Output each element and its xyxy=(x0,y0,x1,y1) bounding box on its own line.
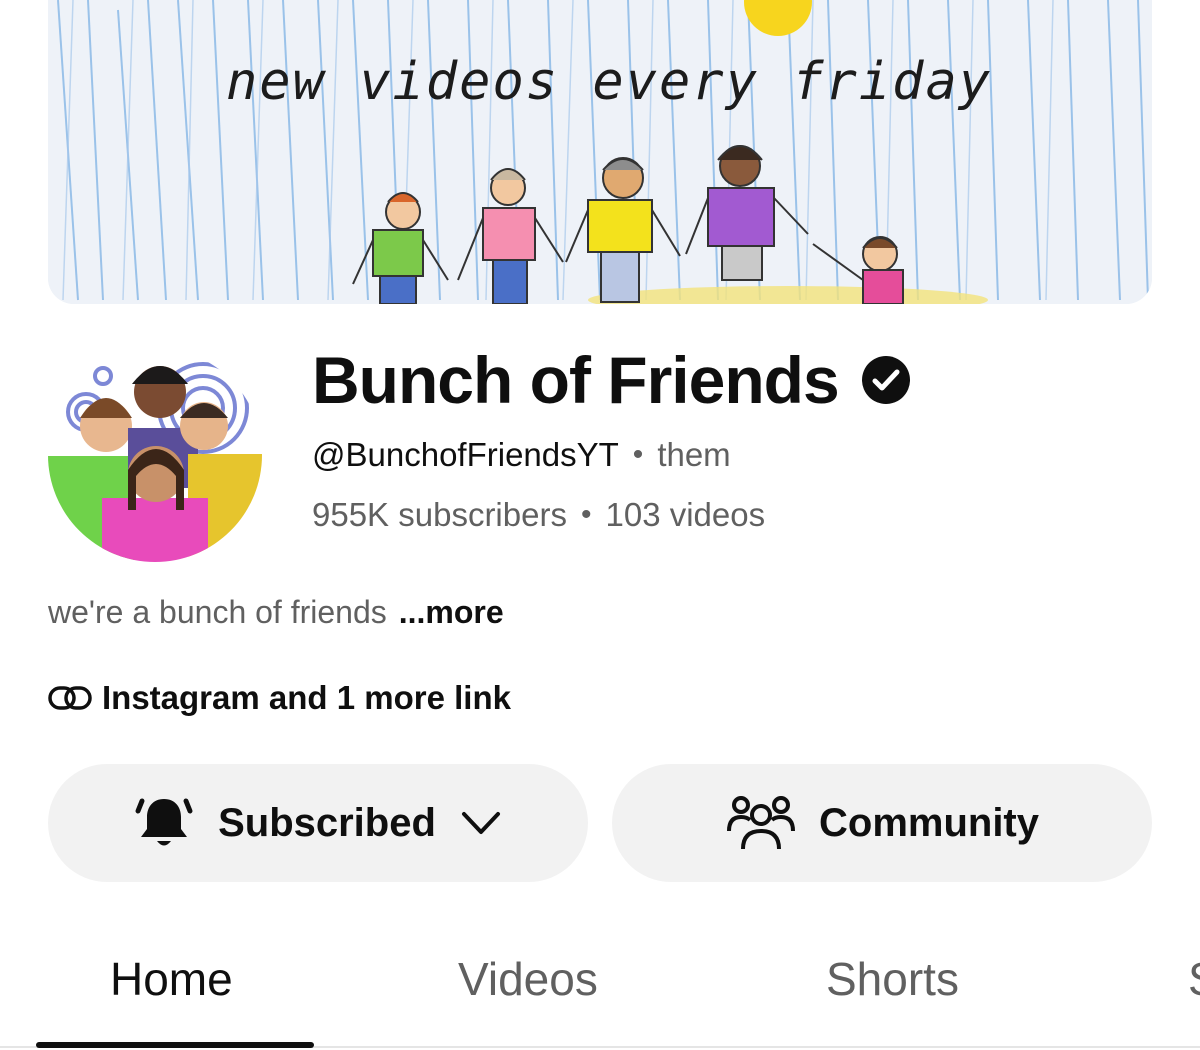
tab-videos[interactable]: Videos xyxy=(458,952,598,1006)
banner-slogan: new videos every friday xyxy=(226,52,993,112)
channel-handle: @BunchofFriendsYT xyxy=(312,436,619,473)
tab-next[interactable]: S xyxy=(1188,952,1200,1006)
separator-dot: • xyxy=(632,438,644,471)
chevron-down-icon xyxy=(461,812,500,834)
channel-banner: new videos every friday xyxy=(48,0,1152,304)
handle-row: @BunchofFriendsYT • them xyxy=(312,436,731,474)
channel-pronouns: them xyxy=(657,436,731,473)
channel-title-row: Bunch of Friends xyxy=(312,342,911,418)
channel-description[interactable]: we're a bunch of friends ...more xyxy=(48,594,504,631)
subscribed-button[interactable]: Subscribed xyxy=(48,764,588,882)
links-label: Instagram and 1 more link xyxy=(102,679,511,716)
channel-links[interactable]: Instagram and 1 more link xyxy=(48,679,511,717)
separator-dot: • xyxy=(580,498,592,531)
community-label: Community xyxy=(819,800,1039,845)
tab-home[interactable]: Home xyxy=(110,952,233,1006)
avatar-image xyxy=(48,348,262,562)
link-icon xyxy=(48,686,92,710)
video-count: 103 videos xyxy=(605,496,766,533)
channel-page: new videos every friday Bunch of Friends… xyxy=(0,0,1200,1050)
channel-avatar[interactable] xyxy=(48,348,262,562)
subscribed-label: Subscribed xyxy=(218,800,436,845)
description-text: we're a bunch of friends xyxy=(48,594,387,630)
tab-shorts[interactable]: Shorts xyxy=(826,952,959,1006)
bell-icon xyxy=(135,798,193,846)
description-more-link[interactable]: ...more xyxy=(399,594,504,630)
active-tab-indicator xyxy=(36,1042,314,1048)
banner-drawing xyxy=(48,0,1152,304)
channel-name: Bunch of Friends xyxy=(312,343,840,417)
community-people-icon xyxy=(727,796,795,850)
stats-row: 955K subscribers • 103 videos xyxy=(312,496,765,534)
subscriber-count: 955K subscribers xyxy=(312,496,567,533)
community-button[interactable]: Community xyxy=(612,764,1152,882)
verified-check-icon xyxy=(861,356,910,404)
channel-tabs: Home Videos Shorts S xyxy=(0,930,1200,1050)
